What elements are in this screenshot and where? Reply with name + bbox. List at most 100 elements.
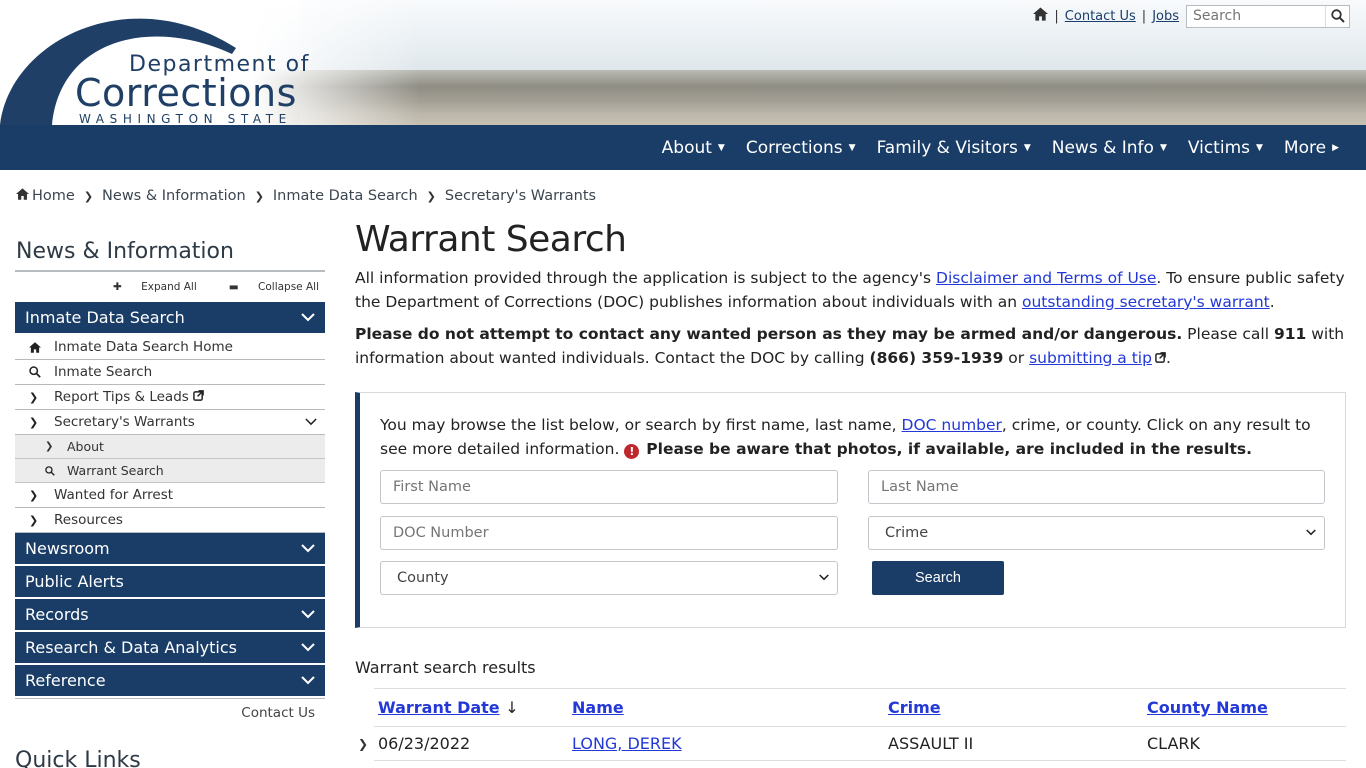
caret-down-icon: ▼ bbox=[1256, 142, 1263, 153]
nav-news-info[interactable]: News & Info ▼ bbox=[1052, 138, 1167, 158]
disclaimer-link[interactable]: Disclaimer and Terms of Use bbox=[936, 269, 1156, 287]
site-header: Department of Corrections WASHINGTON STA… bbox=[0, 0, 1366, 125]
outstanding-warrant-link[interactable]: outstanding secretary's warrant bbox=[1022, 293, 1270, 311]
collapse-all-button[interactable]: ▬ Collapse All bbox=[213, 281, 319, 293]
sidebar-section-inmate-data-search[interactable]: Inmate Data Search bbox=[15, 302, 325, 335]
main-nav: About ▼ Corrections ▼ Family & Visitors ▼ N… bbox=[0, 125, 1366, 170]
chevron-right-icon[interactable]: ❯ bbox=[358, 737, 368, 751]
plus-icon: ✚ bbox=[112, 281, 126, 293]
chevron-right-icon: ❯ bbox=[426, 189, 436, 203]
chevron-down-icon bbox=[301, 608, 315, 622]
doc-number-link[interactable]: DOC number bbox=[902, 416, 1002, 434]
results-heading: Warrant search results bbox=[355, 658, 536, 677]
breadcrumb-inmate-data-search[interactable]: Inmate Data Search bbox=[273, 188, 418, 204]
cell-county: CLARK bbox=[1147, 734, 1201, 753]
site-search bbox=[1186, 4, 1350, 28]
last-name-field bbox=[868, 470, 1325, 504]
crime-select[interactable]: Crime bbox=[868, 516, 1325, 550]
sidebar-section-reference[interactable]: Reference bbox=[15, 665, 325, 698]
sort-descending-icon: ↓ bbox=[505, 698, 519, 717]
site-search-input[interactable] bbox=[1187, 5, 1325, 27]
search-icon bbox=[29, 366, 54, 378]
search-icon bbox=[45, 465, 67, 476]
logo-line-corrections[interactable]: Corrections bbox=[75, 71, 297, 115]
nav-about[interactable]: About ▼ bbox=[662, 138, 725, 158]
county-select[interactable]: County bbox=[380, 561, 838, 595]
column-county-name[interactable]: County Name bbox=[1147, 698, 1268, 717]
jobs-link[interactable]: Jobs bbox=[1152, 9, 1179, 24]
chevron-down-icon bbox=[1306, 528, 1316, 539]
search-panel: You may browse the list below, or search… bbox=[355, 392, 1346, 628]
home-icon bbox=[29, 341, 54, 353]
home-icon[interactable] bbox=[1033, 7, 1049, 25]
chevron-right-icon: ❯ bbox=[29, 513, 39, 527]
cell-warrant-date: 06/23/2022 bbox=[378, 734, 471, 753]
sidebar-item-secretarys-warrants[interactable]: ❯ Secretary's Warrants bbox=[15, 410, 325, 435]
chevron-right-icon: ❯ bbox=[29, 390, 39, 404]
cell-crime: ASSAULT II bbox=[888, 734, 974, 753]
chevron-right-icon: ❯ bbox=[29, 415, 39, 429]
breadcrumb-secretarys-warrants: Secretary's Warrants bbox=[444, 188, 597, 204]
sidebar: News & Information ✚ Expand All ▬ Collap… bbox=[15, 236, 325, 726]
quick-links-heading: Quick Links bbox=[15, 748, 141, 768]
caret-right-icon: ▶ bbox=[1332, 142, 1339, 153]
chevron-down-icon bbox=[301, 542, 315, 556]
external-link-icon bbox=[1155, 349, 1166, 367]
sidebar-section-public-alerts[interactable]: Public Alerts bbox=[15, 566, 325, 599]
expand-collapse-row: ✚ Expand All ▬ Collapse All bbox=[15, 272, 325, 302]
sidebar-item-warrant-search[interactable]: Warrant Search bbox=[15, 459, 325, 483]
page-title: Warrant Search bbox=[355, 219, 627, 260]
column-warrant-date[interactable]: Warrant Date ↓ bbox=[378, 698, 519, 717]
search-icon[interactable] bbox=[1325, 5, 1349, 27]
caret-down-icon: ▼ bbox=[1023, 142, 1031, 153]
search-instructions: You may browse the list below, or search… bbox=[380, 416, 1311, 459]
sidebar-section-newsroom[interactable]: Newsroom bbox=[15, 533, 325, 566]
chevron-right-icon: ❯ bbox=[83, 189, 94, 203]
search-button[interactable]: Search bbox=[872, 561, 1004, 595]
table-header: Warrant Date ↓ Name Crime County Name bbox=[374, 689, 1346, 727]
nav-more[interactable]: More ▶ bbox=[1284, 138, 1339, 158]
caret-down-icon: ▼ bbox=[1159, 142, 1167, 153]
chevron-down-icon bbox=[819, 573, 829, 584]
minus-icon: ▬ bbox=[228, 281, 243, 293]
chevron-down-icon bbox=[301, 311, 315, 325]
sidebar-item-inmate-data-search-home[interactable]: Inmate Data Search Home bbox=[15, 335, 325, 360]
caret-down-icon: ▼ bbox=[848, 142, 856, 153]
first-name-field bbox=[380, 470, 838, 504]
caret-down-icon: ▼ bbox=[717, 142, 725, 153]
sidebar-item-wanted-for-arrest[interactable]: ❯ Wanted for Arrest bbox=[15, 483, 325, 508]
main-content: Warrant Search All information provided … bbox=[355, 216, 1346, 761]
sidebar-contact-link[interactable]: Contact Us bbox=[15, 698, 325, 726]
last-name-input[interactable] bbox=[881, 472, 1324, 502]
sidebar-title: News & Information bbox=[15, 236, 325, 272]
table-row[interactable]: ❯ 06/23/2022 LONG, DEREK ASSAULT II CLAR… bbox=[358, 727, 1346, 761]
doc-number-field bbox=[380, 516, 838, 550]
header-landscape bbox=[300, 70, 1366, 125]
home-icon[interactable] bbox=[16, 188, 29, 204]
logo-line-state[interactable]: WASHINGTON STATE bbox=[79, 112, 292, 125]
submit-tip-link[interactable]: submitting a tip bbox=[1029, 349, 1152, 367]
nav-victims[interactable]: Victims ▼ bbox=[1188, 138, 1263, 158]
expand-all-button[interactable]: ✚ Expand All bbox=[97, 281, 197, 293]
chevron-right-icon: ❯ bbox=[29, 488, 39, 502]
nav-corrections[interactable]: Corrections ▼ bbox=[746, 138, 856, 158]
contact-us-link[interactable]: Contact Us bbox=[1065, 9, 1136, 24]
nav-family-visitors[interactable]: Family & Visitors ▼ bbox=[877, 138, 1031, 158]
doc-number-input[interactable] bbox=[393, 518, 837, 548]
breadcrumb-home[interactable]: Home bbox=[32, 188, 75, 204]
first-name-input[interactable] bbox=[393, 472, 837, 502]
sidebar-section-records[interactable]: Records bbox=[15, 599, 325, 632]
sidebar-item-report-tips[interactable]: ❯ Report Tips & Leads bbox=[15, 385, 325, 410]
intro-paragraph: All information provided through the app… bbox=[355, 269, 1345, 311]
sidebar-section-research-data-analytics[interactable]: Research & Data Analytics bbox=[15, 632, 325, 665]
breadcrumb-news-information[interactable]: News & Information bbox=[102, 188, 246, 204]
sidebar-item-about[interactable]: ❯ About bbox=[15, 435, 325, 459]
cell-name-link[interactable]: LONG, DEREK bbox=[572, 734, 682, 753]
chevron-right-icon: ❯ bbox=[254, 189, 264, 203]
column-name[interactable]: Name bbox=[572, 698, 624, 717]
chevron-right-icon: ❯ bbox=[45, 441, 54, 452]
sidebar-item-inmate-search[interactable]: Inmate Search bbox=[15, 360, 325, 385]
sidebar-item-resources[interactable]: ❯ Resources bbox=[15, 508, 325, 533]
column-crime[interactable]: Crime bbox=[888, 698, 941, 717]
chevron-down-icon bbox=[301, 674, 315, 688]
